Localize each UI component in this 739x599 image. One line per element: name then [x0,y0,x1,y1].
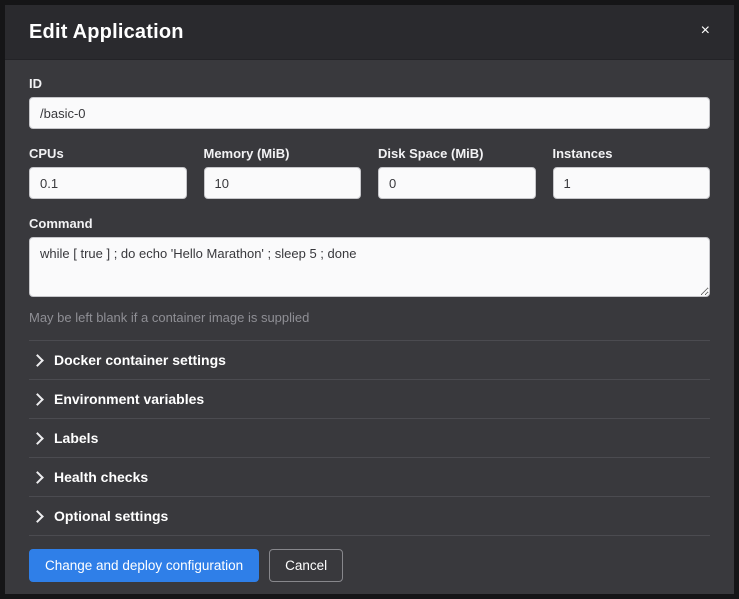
change-and-deploy-button[interactable]: Change and deploy configuration [29,549,259,582]
command-field-group: Command while [ true ] ; do echo 'Hello … [29,216,710,325]
chevron-right-icon [31,432,44,445]
id-label: ID [29,76,710,91]
cpus-input[interactable] [29,167,187,199]
chevron-right-icon [31,471,44,484]
section-label: Health checks [54,469,148,485]
close-icon[interactable]: × [697,21,714,41]
instances-label: Instances [553,146,711,161]
id-input[interactable] [29,97,710,129]
chevron-right-icon [31,510,44,523]
disk-input[interactable] [378,167,536,199]
section-docker-container-settings[interactable]: Docker container settings [29,341,710,380]
section-health-checks[interactable]: Health checks [29,458,710,497]
memory-field-group: Memory (MiB) [204,146,362,199]
disk-label: Disk Space (MiB) [378,146,536,161]
memory-label: Memory (MiB) [204,146,362,161]
modal-title: Edit Application [29,21,184,44]
chevron-right-icon [31,354,44,367]
section-labels[interactable]: Labels [29,419,710,458]
section-label: Optional settings [54,508,168,524]
id-field-group: ID [29,76,710,129]
instances-input[interactable] [553,167,711,199]
modal-header: Edit Application × [5,5,734,60]
memory-input[interactable] [204,167,362,199]
command-helper-text: May be left blank if a container image i… [29,310,710,325]
section-label: Docker container settings [54,352,226,368]
section-label: Environment variables [54,391,204,407]
command-textarea[interactable]: while [ true ] ; do echo 'Hello Marathon… [29,237,710,297]
instances-field-group: Instances [553,146,711,199]
disk-field-group: Disk Space (MiB) [378,146,536,199]
section-optional-settings[interactable]: Optional settings [29,497,710,536]
resources-row: CPUs Memory (MiB) Disk Space (MiB) Insta… [29,146,710,199]
collapsible-sections: Docker container settings Environment va… [29,340,710,536]
cancel-button[interactable]: Cancel [269,549,343,582]
cpus-label: CPUs [29,146,187,161]
edit-application-modal: Edit Application × ID CPUs Memory (MiB) … [5,5,734,594]
section-environment-variables[interactable]: Environment variables [29,380,710,419]
modal-body: ID CPUs Memory (MiB) Disk Space (MiB) In… [5,60,734,536]
cpus-field-group: CPUs [29,146,187,199]
modal-footer: Change and deploy configuration Cancel [5,536,734,597]
chevron-right-icon [31,393,44,406]
section-label: Labels [54,430,98,446]
command-label: Command [29,216,710,231]
